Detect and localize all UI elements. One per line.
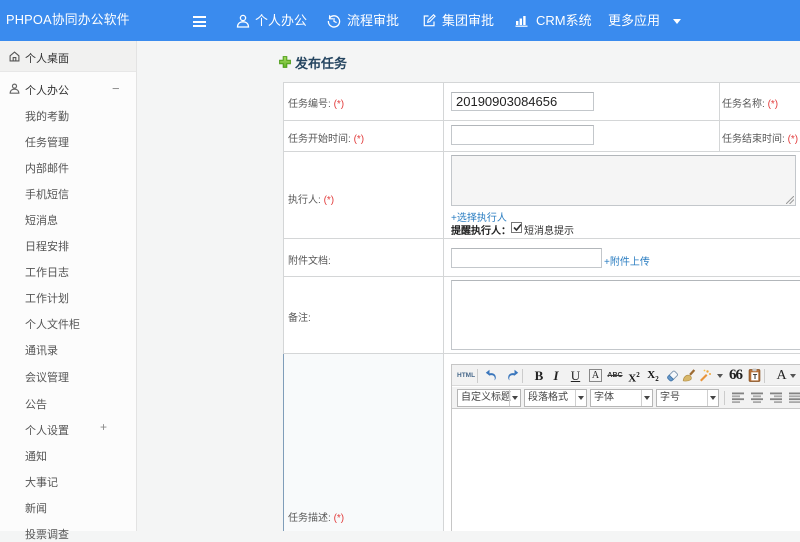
svg-text:T: T	[753, 374, 758, 381]
